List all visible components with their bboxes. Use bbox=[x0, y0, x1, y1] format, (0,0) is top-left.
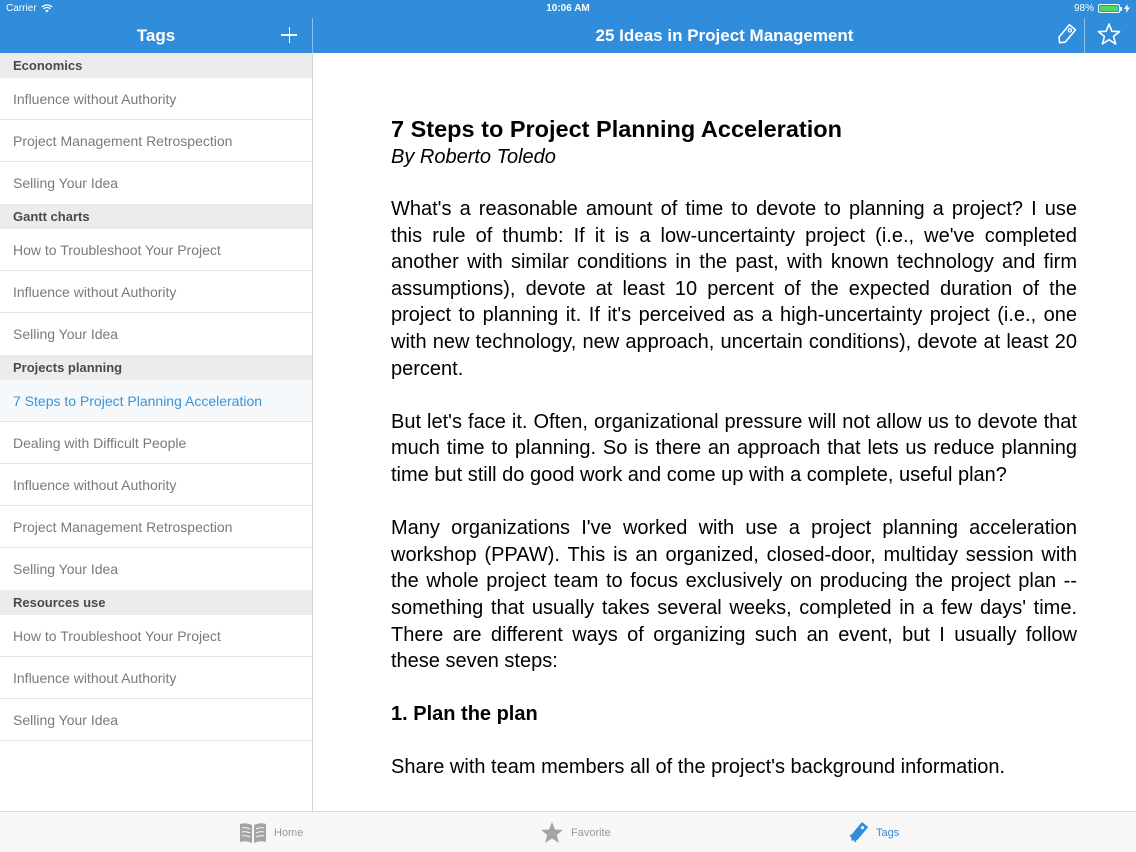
tags-sidebar: Economics Influence without Authority Pr… bbox=[0, 53, 312, 811]
page-title: 25 Ideas in Project Management bbox=[595, 26, 854, 45]
status-bar: Carrier 10:06 AM 98% bbox=[0, 0, 1136, 18]
list-item[interactable]: Selling Your Idea bbox=[0, 162, 312, 204]
tag-icon bbox=[1058, 23, 1077, 44]
article-paragraph: Share with team members all of the proje… bbox=[391, 756, 1006, 779]
sidebar-nav-bar: Tags bbox=[0, 18, 312, 53]
tab-home-label: Home bbox=[274, 826, 304, 839]
battery-fill bbox=[1100, 6, 1118, 11]
list-item-selected[interactable]: 7 Steps to Project Planning Acceleration bbox=[0, 380, 312, 422]
list-item[interactable]: How to Troubleshoot Your Project bbox=[0, 229, 312, 271]
article-title: 7 Steps to Project Planning Acceleration bbox=[391, 116, 842, 142]
list-item[interactable]: How to Troubleshoot Your Project bbox=[0, 615, 312, 657]
list-item[interactable]: Influence without Authority bbox=[0, 271, 312, 313]
list-item[interactable]: Selling Your Idea bbox=[0, 699, 312, 741]
book-icon bbox=[240, 822, 266, 843]
nav-separator bbox=[1084, 18, 1085, 53]
tab-home[interactable]: Home bbox=[238, 812, 303, 852]
top-bar: Carrier 10:06 AM 98% Tags 25 Ideas in Pr… bbox=[0, 0, 1136, 53]
tab-bar: Home Favorite Tags bbox=[0, 811, 1136, 852]
article-view[interactable]: 7 Steps to Project Planning Acceleration… bbox=[313, 53, 1136, 811]
list-item[interactable]: Selling Your Idea bbox=[0, 548, 312, 590]
section-header-resources-use: Resources use bbox=[0, 590, 312, 615]
list-item[interactable]: Project Management Retrospection bbox=[0, 120, 312, 162]
tab-tags-label: Tags bbox=[876, 826, 900, 839]
battery-percent: 98% bbox=[1073, 3, 1094, 14]
article: 7 Steps to Project Planning Acceleration… bbox=[391, 115, 1077, 808]
section-header-projects-planning: Projects planning bbox=[0, 355, 312, 380]
star-icon bbox=[541, 821, 563, 843]
section-header-economics: Economics bbox=[0, 53, 312, 78]
star-outline-icon bbox=[1097, 23, 1121, 45]
tag-button[interactable] bbox=[1053, 21, 1079, 49]
clock: 10:06 AM bbox=[546, 3, 590, 14]
add-tag-button[interactable] bbox=[278, 22, 300, 48]
list-item[interactable]: Influence without Authority bbox=[0, 657, 312, 699]
tab-favorite[interactable]: Favorite bbox=[539, 812, 611, 852]
charging-icon bbox=[1124, 4, 1130, 13]
sidebar-title: Tags bbox=[136, 26, 176, 45]
article-subheading: 1. Plan the plan bbox=[391, 703, 538, 726]
article-byline: By Roberto Toledo bbox=[391, 146, 556, 168]
tab-favorite-label: Favorite bbox=[571, 826, 611, 839]
list-item[interactable]: Influence without Authority bbox=[0, 78, 312, 120]
tab-tags[interactable]: Tags bbox=[846, 812, 899, 852]
favorite-button[interactable] bbox=[1095, 21, 1123, 49]
list-item[interactable]: Dealing with Difficult People bbox=[0, 422, 312, 464]
tags-icon bbox=[849, 821, 869, 842]
article-paragraph: What's a reasonable amount of time to de… bbox=[391, 198, 1077, 380]
list-item[interactable]: Selling Your Idea bbox=[0, 313, 312, 355]
section-header-gantt-charts: Gantt charts bbox=[0, 204, 312, 229]
article-paragraph: But let's face it. Often, organizational… bbox=[391, 410, 1077, 486]
battery-info: 98% bbox=[1074, 3, 1130, 14]
article-paragraph: Many organizations I've worked with use … bbox=[391, 517, 1077, 673]
battery-icon bbox=[1098, 4, 1122, 13]
content-nav-bar: 25 Ideas in Project Management bbox=[313, 18, 1136, 53]
list-item[interactable]: Influence without Authority bbox=[0, 464, 312, 506]
list-item[interactable]: Project Management Retrospection bbox=[0, 506, 312, 548]
